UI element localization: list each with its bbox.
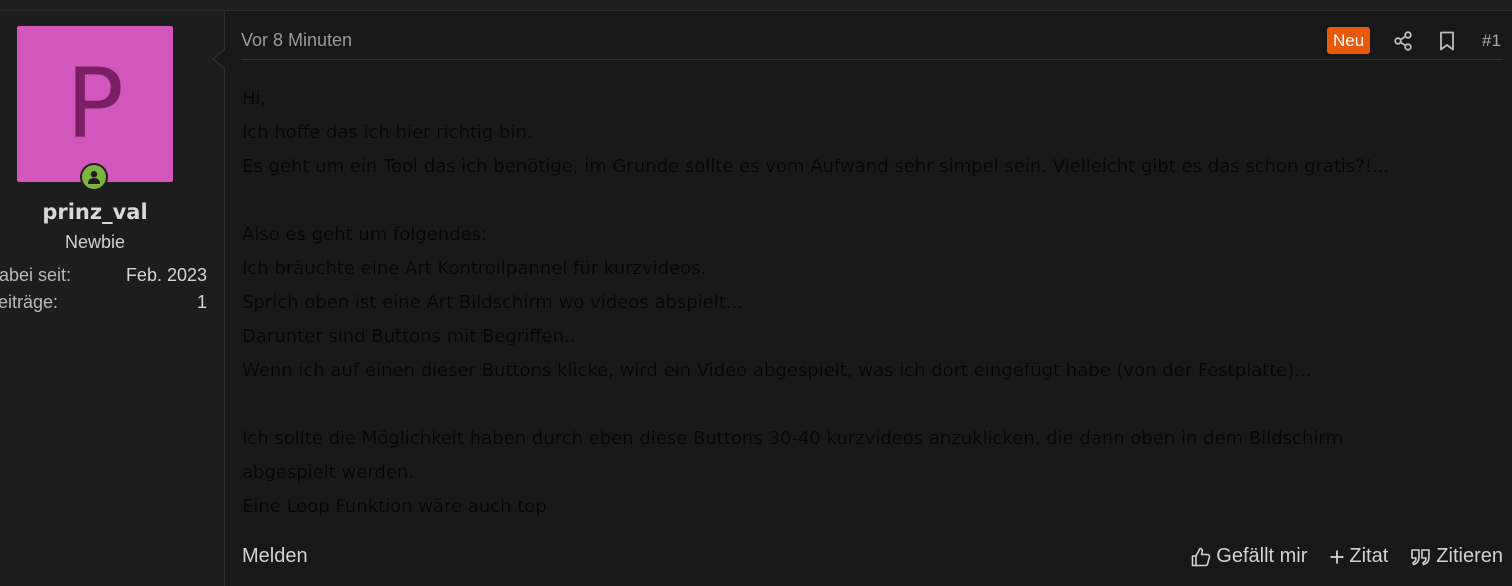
message-line: Ich bräuchte eine Art Kontrollpannel für… xyxy=(242,258,707,279)
avatar-letter: P xyxy=(66,48,124,160)
message-line: Sprich oben ist eine Art Bildschirm wo v… xyxy=(242,292,743,313)
online-status-icon xyxy=(80,163,108,191)
avatar[interactable]: P xyxy=(17,26,173,182)
message-line: Eine Loop Funktion wäre auch top xyxy=(242,496,547,517)
stat-value: Feb. 2023 xyxy=(125,265,207,285)
quote-button[interactable]: Zitat xyxy=(1329,545,1388,568)
message-line: Also es geht um folgendes: xyxy=(242,224,488,245)
message-time[interactable]: Vor 8 Minuten xyxy=(241,30,352,51)
quote-label: Zitat xyxy=(1349,545,1389,567)
user-panel: P prinz_val Newbie Dabei seit: Feb. 2023… xyxy=(0,11,225,586)
username[interactable]: prinz_val xyxy=(0,200,190,224)
message-footer: Melden Gefällt mir Zitat Zitieren xyxy=(225,531,1512,581)
thumbs-up-icon xyxy=(1191,547,1211,566)
user-icon xyxy=(88,171,100,184)
message-line: Darunter sind Buttons mit Begriffen.. xyxy=(242,326,576,347)
reply-label: Zitieren xyxy=(1436,545,1503,567)
message-line: abgespielt werden. xyxy=(242,462,415,483)
stat-value[interactable]: 1 xyxy=(197,292,207,313)
top-divider xyxy=(0,0,1512,11)
post-number[interactable]: #1 xyxy=(1482,31,1501,51)
message-line: Ich hoffe das ich hier richtig bin. xyxy=(242,122,533,143)
message-line xyxy=(242,184,1502,218)
stat-label: Dabei seit: xyxy=(0,265,72,285)
message-line xyxy=(242,388,1502,422)
message-line: Ich sollte die Möglichkeit haben durch e… xyxy=(242,428,1343,449)
message-line: Wenn ich auf einen dieser Buttons klicke… xyxy=(242,360,1312,381)
like-button[interactable]: Gefällt mir xyxy=(1190,545,1307,568)
forum-post: P prinz_val Newbie Dabei seit: Feb. 2023… xyxy=(0,0,1512,586)
reply-button[interactable]: Zitieren xyxy=(1410,545,1503,568)
share-icon[interactable] xyxy=(1392,30,1414,52)
stat-joined: Dabei seit: Feb. 2023 xyxy=(0,265,207,287)
plus-icon xyxy=(1330,550,1344,563)
message: Vor 8 Minuten Neu #1 Hi, Ich hoffe das i… xyxy=(225,11,1512,586)
bookmark-icon[interactable] xyxy=(1436,30,1458,52)
message-body: Hi, Ich hoffe das ich hier richtig bin. … xyxy=(242,82,1502,524)
message-line: Hi, xyxy=(242,88,267,109)
like-label: Gefällt mir xyxy=(1216,545,1308,567)
quote-marks-icon xyxy=(1411,548,1431,565)
message-header: Vor 8 Minuten Neu #1 xyxy=(241,27,1503,60)
stat-label: Beiträge: xyxy=(0,292,59,312)
new-badge: Neu xyxy=(1327,27,1371,54)
message-actions: Gefällt mir Zitat Zitieren xyxy=(1190,545,1503,568)
user-title: Newbie xyxy=(64,232,126,252)
report-link[interactable]: Melden xyxy=(242,545,308,568)
message-line: Es geht um ein Tool das ich benötige, im… xyxy=(242,156,1390,177)
stat-posts: Beiträge: 1 xyxy=(0,292,207,314)
